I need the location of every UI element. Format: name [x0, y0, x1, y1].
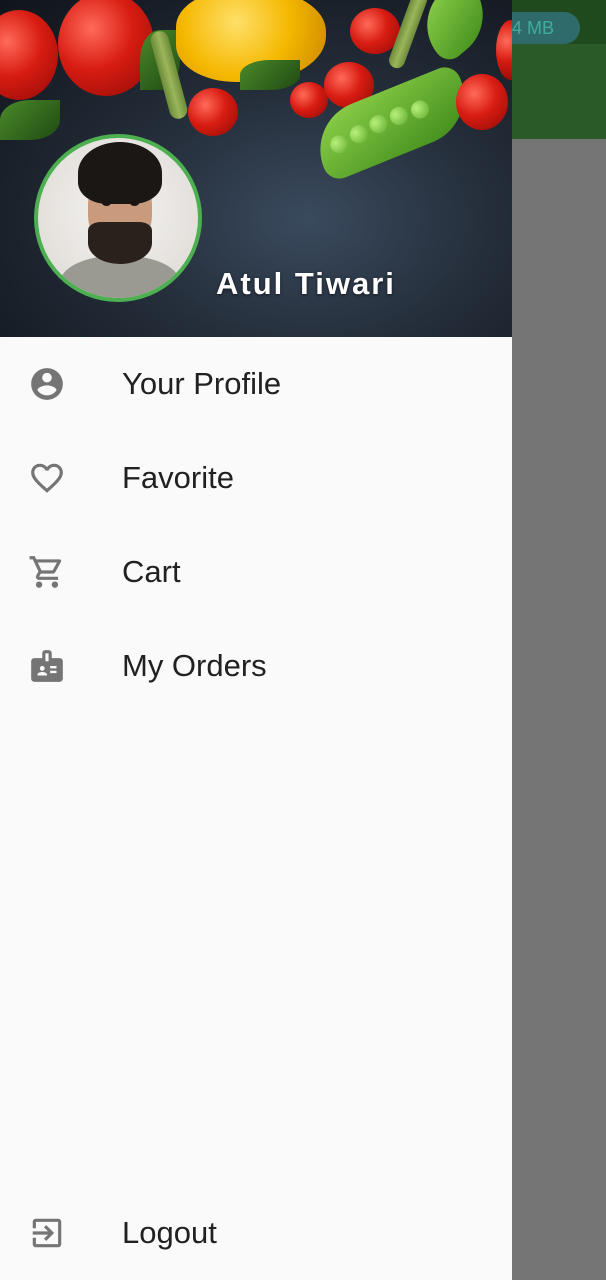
profile-avatar[interactable] — [34, 134, 202, 302]
heart-outline-icon — [28, 459, 66, 497]
drawer-menu: Your Profile Favorite Cart My Orders — [0, 337, 512, 713]
menu-item-logout[interactable]: Logout — [0, 1186, 512, 1280]
menu-item-label: Favorite — [122, 460, 234, 495]
account-circle-icon — [28, 365, 66, 403]
menu-item-label: Logout — [122, 1215, 217, 1250]
drawer-header: Atul Tiwari — [0, 0, 512, 337]
menu-item-cart[interactable]: Cart — [0, 525, 512, 619]
menu-item-label: My Orders — [122, 648, 267, 683]
shopping-cart-icon — [28, 553, 66, 591]
navigation-drawer: Atul Tiwari Your Profile Favorite Cart M… — [0, 0, 512, 1280]
menu-item-my-orders[interactable]: My Orders — [0, 619, 512, 713]
menu-item-favorite[interactable]: Favorite — [0, 431, 512, 525]
menu-item-label: Cart — [122, 554, 181, 589]
orders-badge-icon — [28, 647, 66, 685]
menu-item-your-profile[interactable]: Your Profile — [0, 337, 512, 431]
user-name: Atul Tiwari — [216, 266, 396, 301]
logout-icon — [28, 1214, 66, 1252]
menu-item-label: Your Profile — [122, 366, 282, 401]
avatar-photo — [38, 138, 198, 298]
